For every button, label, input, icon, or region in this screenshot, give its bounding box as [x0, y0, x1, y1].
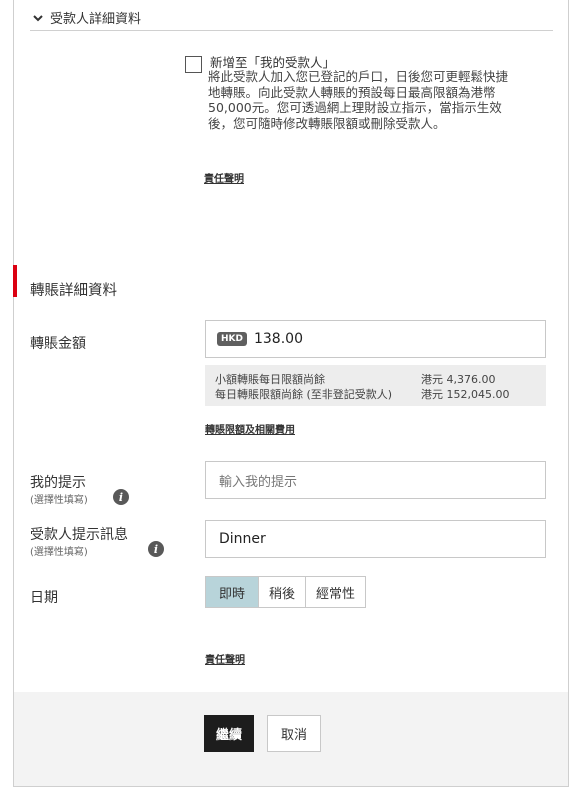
date-label: 日期 — [30, 590, 58, 606]
add-to-payees-checkbox[interactable] — [185, 56, 202, 73]
currency-badge: HKD — [217, 332, 247, 346]
transfer-limits-box: 小額轉賬每日限額尚餘 港元 4,376.00 每日轉賬限額尚餘 (至非登記受款人… — [205, 365, 546, 406]
transfer-details-title: 轉賬詳細資料 — [30, 283, 117, 299]
limits-fees-link[interactable]: 轉賬限額及相關費用 — [205, 421, 295, 436]
payee-reference-value: Dinner — [219, 531, 266, 547]
payee-reference-input[interactable]: Dinner — [205, 520, 546, 558]
limit-label: 小額轉賬每日限額尚餘 — [215, 373, 325, 386]
disclaimer-link-bottom[interactable]: 責任聲明 — [205, 651, 245, 666]
date-option-group: 即時 稍後 經常性 — [205, 576, 367, 608]
date-option-later[interactable]: 稍後 — [259, 576, 307, 608]
payee-details-title: 受款人詳細資料 — [50, 12, 142, 27]
chevron-down-icon — [33, 14, 43, 21]
my-reference-label: 我的提示 — [30, 475, 86, 491]
limit-value: 港元 4,376.00 — [421, 373, 496, 386]
limit-label: 每日轉賬限額尚餘 (至非登記受款人) — [215, 388, 393, 401]
date-option-recurring[interactable]: 經常性 — [306, 576, 367, 608]
cancel-button[interactable]: 取消 — [267, 715, 321, 752]
limit-value: 港元 152,045.00 — [421, 388, 510, 401]
payee-reference-label: 受款人提示訊息 — [30, 527, 128, 543]
my-reference-input[interactable]: 輸入我的提示 — [205, 461, 546, 499]
amount-input[interactable]: HKD 138.00 — [205, 320, 546, 358]
amount-label: 轉賬金額 — [30, 336, 86, 352]
section-divider — [30, 30, 553, 31]
payee-reference-optional: (選擇性填寫) — [30, 547, 88, 558]
date-option-immediate[interactable]: 即時 — [205, 576, 260, 608]
add-to-payees-description: 將此受款人加入您已登記的戶口，日後您可更輕鬆快捷地轉賬。向此受款人轉賬的預設每日… — [208, 69, 509, 131]
amount-value: 138.00 — [253, 331, 303, 347]
info-icon[interactable]: i — [148, 541, 164, 557]
payee-details-toggle[interactable]: 受款人詳細資料 — [32, 8, 141, 27]
disclaimer-link-top[interactable]: 責任聲明 — [204, 170, 244, 185]
my-reference-placeholder: 輸入我的提示 — [219, 474, 298, 490]
section-accent-bar — [13, 265, 17, 297]
info-icon[interactable]: i — [113, 489, 129, 505]
continue-button[interactable]: 繼續 — [204, 715, 254, 752]
my-reference-optional: (選擇性填寫) — [30, 495, 88, 506]
